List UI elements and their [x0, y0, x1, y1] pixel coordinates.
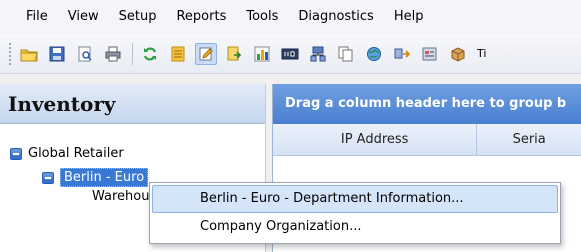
- context-menu: Berlin - Euro - Department Information..…: [149, 182, 561, 244]
- counter-icon[interactable]: [279, 43, 301, 65]
- menu-bar: File View Setup Reports Tools Diagnostic…: [0, 0, 581, 34]
- transfer-icon[interactable]: [391, 43, 413, 65]
- print-icon[interactable]: [102, 43, 124, 65]
- toolbar-separator: [132, 42, 133, 65]
- network-icon[interactable]: [307, 43, 329, 65]
- tree-label[interactable]: Warehou: [92, 189, 149, 204]
- menu-file[interactable]: File: [12, 0, 58, 34]
- box-icon[interactable]: [447, 43, 469, 65]
- menu-setup[interactable]: Setup: [109, 0, 167, 34]
- collapse-icon[interactable]: [10, 147, 22, 160]
- report-icon[interactable]: [419, 43, 441, 65]
- toolbar-clipped-label[interactable]: Ti: [477, 47, 486, 60]
- menu-view[interactable]: View: [58, 0, 109, 34]
- inventory-app-window: File View Setup Reports Tools Diagnostic…: [0, 0, 581, 252]
- menu-item-company-organization[interactable]: Company Organization...: [152, 213, 558, 241]
- save-icon[interactable]: [46, 43, 68, 65]
- menu-reports[interactable]: Reports: [166, 0, 236, 34]
- globe-icon[interactable]: [363, 43, 385, 65]
- open-folder-icon[interactable]: [18, 43, 40, 65]
- copy-icon[interactable]: [335, 43, 357, 65]
- column-header-serial[interactable]: Seria: [477, 124, 581, 155]
- menu-diagnostics[interactable]: Diagnostics: [288, 0, 383, 34]
- column-header-row: IP Address Seria: [273, 124, 581, 156]
- menu-tools[interactable]: Tools: [236, 0, 288, 34]
- tree-node-warehouse[interactable]: Warehou: [92, 189, 149, 204]
- collapse-icon[interactable]: [42, 171, 54, 184]
- export-icon[interactable]: [223, 43, 245, 65]
- list-icon[interactable]: [167, 43, 189, 65]
- group-by-area[interactable]: Drag a column header here to group b: [273, 84, 581, 124]
- refresh-icon[interactable]: [139, 43, 161, 65]
- chart-icon[interactable]: [251, 43, 273, 65]
- toolbar-grip[interactable]: [8, 41, 12, 66]
- toolbar: Ti: [0, 34, 581, 74]
- panel-title: Inventory: [0, 84, 265, 124]
- print-preview-icon[interactable]: [74, 43, 96, 65]
- tree-label-selected[interactable]: Berlin - Euro: [60, 168, 149, 187]
- tree-node-global-retailer[interactable]: Global Retailer: [10, 146, 124, 161]
- column-header-ip-address[interactable]: IP Address: [273, 124, 478, 155]
- menu-help[interactable]: Help: [384, 0, 434, 34]
- tree-label[interactable]: Global Retailer: [28, 146, 124, 161]
- edit-icon[interactable]: [195, 42, 217, 65]
- menu-item-department-information[interactable]: Berlin - Euro - Department Information..…: [152, 185, 558, 213]
- tree-node-berlin-euro[interactable]: Berlin - Euro: [42, 168, 149, 187]
